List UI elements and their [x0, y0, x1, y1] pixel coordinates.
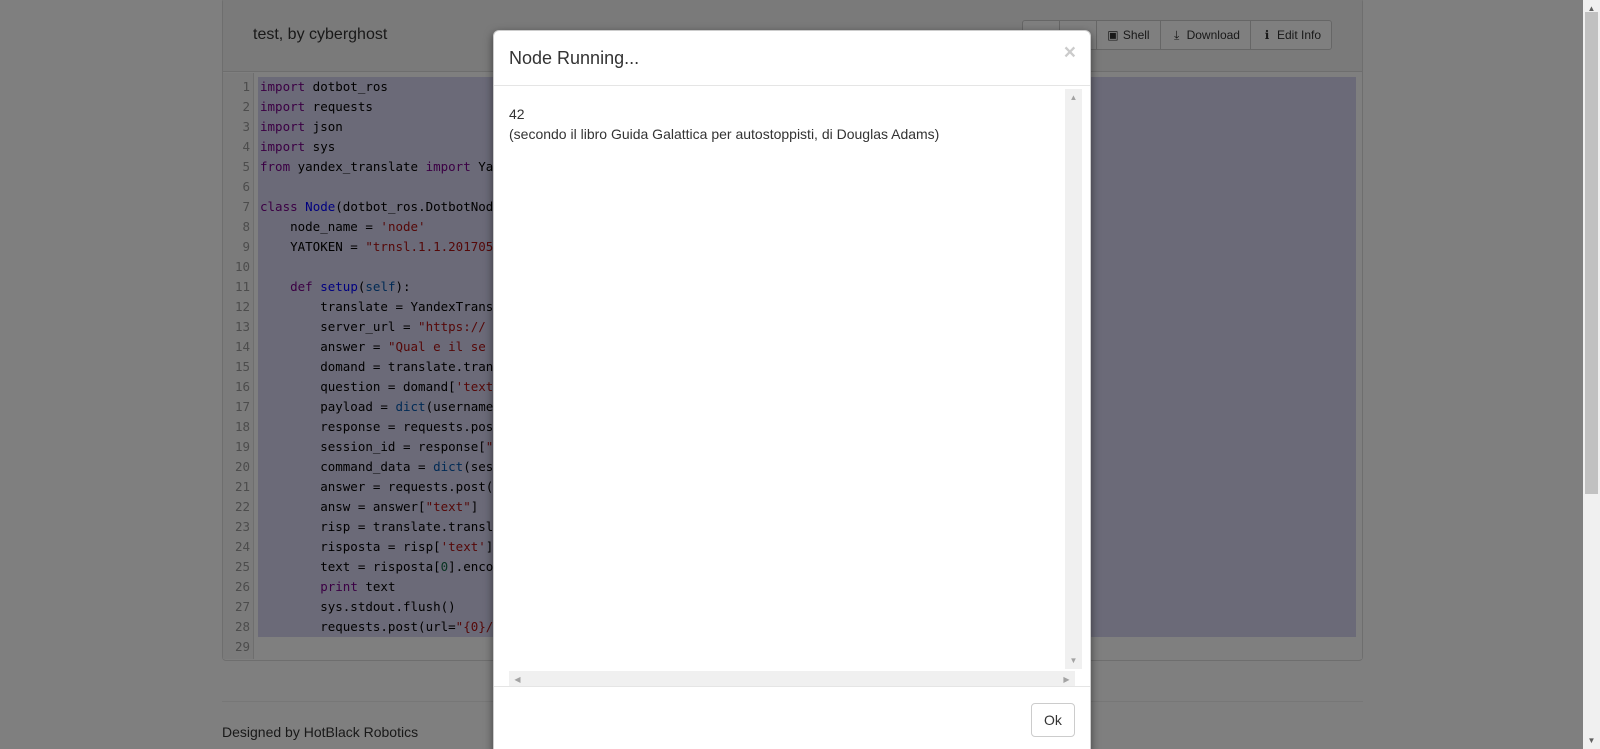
- modal-footer: Ok: [494, 686, 1090, 749]
- close-icon[interactable]: ×: [1064, 42, 1076, 63]
- node-running-modal: Node Running... × 42 (secondo il libro G…: [493, 30, 1091, 749]
- scroll-down-arrow-icon[interactable]: ▼: [1583, 732, 1600, 749]
- modal-title: Node Running...: [509, 48, 640, 68]
- modal-body: 42 (secondo il libro Guida Galattica per…: [494, 87, 1090, 717]
- output-console[interactable]: 42 (secondo il libro Guida Galattica per…: [509, 87, 1082, 687]
- modal-header: Node Running... ×: [494, 31, 1090, 86]
- output-vertical-scrollbar[interactable]: ▲ ▼: [1065, 89, 1082, 669]
- scroll-left-arrow-icon[interactable]: ◀: [509, 671, 526, 687]
- scroll-up-arrow-icon[interactable]: ▲: [1065, 89, 1082, 106]
- output-text: 42 (secondo il libro Guida Galattica per…: [509, 106, 940, 142]
- scroll-right-arrow-icon[interactable]: ▶: [1058, 671, 1075, 687]
- scrollbar-thumb[interactable]: [1585, 12, 1598, 494]
- scroll-down-arrow-icon[interactable]: ▼: [1065, 652, 1082, 669]
- page-scrollbar[interactable]: ▲ ▼: [1583, 0, 1600, 749]
- ok-button[interactable]: Ok: [1031, 703, 1075, 737]
- output-horizontal-scrollbar[interactable]: ◀ ▶: [509, 671, 1075, 687]
